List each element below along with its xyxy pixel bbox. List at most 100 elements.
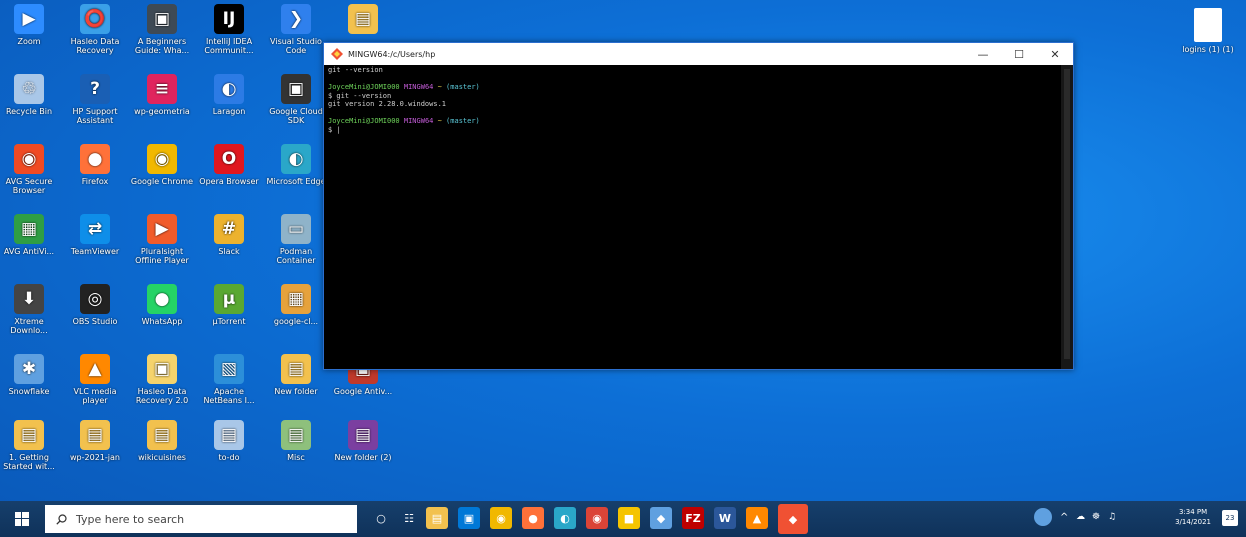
desktop-icon[interactable]: ⬇ Xtreme Downlo... — [0, 282, 62, 350]
app-icon: ▶ — [14, 4, 44, 34]
desktop-icon[interactable]: ● Firefox — [62, 142, 128, 210]
notification-count: 23 — [1225, 514, 1235, 522]
terminal-scrollbar[interactable] — [1061, 65, 1073, 369]
minimize-button[interactable]: — — [965, 43, 1001, 65]
desktop-icon-label: OBS Studio — [72, 317, 118, 326]
taskbar-sticky-icon[interactable]: ■ — [618, 507, 640, 529]
desktop-icon-label: Google Cloud SDK — [269, 107, 323, 125]
app-icon: ▭ — [281, 214, 311, 244]
app-icon: ◉ — [147, 144, 177, 174]
desktop-icon[interactable]: ♲ Recycle Bin — [0, 72, 62, 140]
desktop-icon[interactable]: ▶ Pluralsight Offline Player — [129, 212, 195, 280]
taskbar-search-box[interactable]: Type here to search — [45, 505, 357, 533]
app-icon: ⬇ — [14, 284, 44, 314]
taskbar-filezilla-icon[interactable]: FZ — [682, 507, 704, 529]
desktop-icon[interactable]: ▤ to-do — [196, 418, 262, 486]
desktop-icon[interactable]: ▧ Apache NetBeans I... — [196, 352, 262, 420]
search-placeholder: Type here to search — [76, 512, 185, 526]
app-icon: ▣ — [147, 4, 177, 34]
desktop-icon[interactable]: ⭕ Hasleo Data Recovery — [62, 2, 128, 70]
desktop-icon-label: Zoom — [17, 37, 41, 46]
windows-logo-icon — [15, 512, 29, 526]
desktop-icon-label: Google Antiv... — [333, 387, 393, 396]
desktop-icon[interactable]: ▤ Misc — [263, 418, 329, 486]
desktop-icon[interactable]: ▶ Zoom — [0, 2, 62, 70]
app-icon: ? — [80, 74, 110, 104]
terminal-output[interactable]: git --version JoyceMini@JOMI000 MINGW64 … — [324, 65, 1061, 369]
desktop-icon[interactable]: ◎ OBS Studio — [62, 282, 128, 350]
desktop-icon-label: Google Chrome — [130, 177, 194, 186]
desktop-icon[interactable]: ≡ wp-geometria — [129, 72, 195, 140]
taskbar-chrome-icon[interactable]: ◉ — [490, 507, 512, 529]
desktop-file-logins[interactable]: logins (1) (1) — [1176, 6, 1240, 74]
desktop-icon[interactable]: ▲ VLC media player — [62, 352, 128, 420]
start-button[interactable] — [0, 501, 44, 537]
desktop-icon[interactable]: ⇄ TeamViewer — [62, 212, 128, 280]
desktop-icon-label: Visual Studio Code — [270, 37, 322, 55]
taskbar-cortana-icon[interactable]: ○ — [370, 507, 392, 529]
app-icon: O — [214, 144, 244, 174]
desktop-icon[interactable]: ▣ Hasleo Data Recovery 2.0 — [129, 352, 195, 420]
maximize-button[interactable]: ☐ — [1001, 43, 1037, 65]
taskbar-firefox-icon[interactable]: ● — [522, 507, 544, 529]
desktop-icon[interactable]: ● WhatsApp — [129, 282, 195, 350]
desktop-icon[interactable]: ▤ New folder — [263, 352, 329, 420]
clock[interactable]: 3:34 PM 3/14/2021 — [1175, 507, 1211, 527]
desktop-icon[interactable]: ▣ A Beginners Guide: Wha... — [129, 2, 195, 70]
taskbar-git-bash-icon[interactable]: ◆ — [778, 504, 808, 534]
desktop-icon[interactable]: ◉ AVG Secure Browser — [0, 142, 62, 210]
desktop-icon-label: WhatsApp — [141, 317, 183, 326]
desktop-icon-label: New folder — [274, 387, 318, 396]
taskbar-edge-icon[interactable]: ◐ — [554, 507, 576, 529]
desktop-icon[interactable]: ✱ Snowflake — [0, 352, 62, 420]
desktop-icon[interactable]: ▤ New folder (2) — [330, 418, 396, 486]
chevron-up-icon[interactable]: ^ — [1060, 512, 1068, 523]
system-tray: ^ ☁ ☸ ♫ 3:34 PM 3/14/2021 23 — [1026, 501, 1246, 537]
taskbar-store-icon[interactable]: ▣ — [458, 507, 480, 529]
desktop-icon[interactable]: ▣ Google Cloud SDK — [263, 72, 329, 140]
taskbar-word-icon[interactable]: W — [714, 507, 736, 529]
app-icon: ▤ — [14, 420, 44, 450]
desktop-icon[interactable]: ◐ Microsoft Edge — [263, 142, 329, 210]
app-icon: ▧ — [214, 354, 244, 384]
terminal-line: $ git --version — [328, 91, 392, 100]
network-icon[interactable]: ☁ — [1076, 512, 1085, 522]
desktop-icon-label: to-do — [218, 453, 240, 462]
desktop-icon[interactable]: ▭ Podman Container — [263, 212, 329, 280]
taskbar-chrome-2-icon[interactable]: ◉ — [586, 507, 608, 529]
notification-center-icon[interactable]: 23 — [1222, 510, 1238, 526]
taskbar-app-blue-icon[interactable]: ◆ — [650, 507, 672, 529]
taskbar-file-explorer-icon[interactable]: ▤ — [426, 507, 448, 529]
weather-icon[interactable] — [1034, 508, 1052, 526]
taskbar-task-view-icon[interactable]: ☷ — [398, 507, 420, 529]
language-icon[interactable]: ☸ — [1092, 512, 1100, 522]
desktop-icon-label: Recycle Bin — [5, 107, 53, 116]
scrollbar-thumb[interactable] — [1064, 69, 1070, 359]
desktop-icon[interactable]: ▤ wp-2021-jan — [62, 418, 128, 486]
desktop-icon[interactable]: ▤ wikicuisines — [129, 418, 195, 486]
app-icon: ▣ — [281, 74, 311, 104]
desktop-icon[interactable]: ▤ 1. Getting Started wit... — [0, 418, 62, 486]
app-icon: ▤ — [281, 354, 311, 384]
desktop-icon[interactable]: # Slack — [196, 212, 262, 280]
desktop-icon[interactable]: µ µTorrent — [196, 282, 262, 350]
app-icon: ▤ — [281, 420, 311, 450]
desktop-icon[interactable]: ◐ Laragon — [196, 72, 262, 140]
terminal-titlebar[interactable]: MINGW64:/c/Users/hp — ☐ ✕ — [324, 43, 1073, 65]
desktop-icon[interactable]: ❯ Visual Studio Code — [263, 2, 329, 70]
taskbar-vlc-icon[interactable]: ▲ — [746, 507, 768, 529]
desktop-icon[interactable]: ▦ google-cl... — [263, 282, 329, 350]
clock-date: 3/14/2021 — [1175, 518, 1211, 526]
terminal-line: git --version — [328, 66, 383, 74]
desktop-icon[interactable]: IJ IntelliJ IDEA Communit... — [196, 2, 262, 70]
close-button[interactable]: ✕ — [1037, 43, 1073, 65]
desktop-icon-label: Podman Container — [276, 247, 316, 265]
mingw64-terminal-window[interactable]: MINGW64:/c/Users/hp — ☐ ✕ git --version … — [323, 42, 1074, 370]
prompt-path: ~ — [437, 117, 442, 125]
desktop-icon[interactable]: ? HP Support Assistant — [62, 72, 128, 140]
desktop-icon[interactable]: ▦ AVG AntiVi... — [0, 212, 62, 280]
desktop-icon[interactable]: ◉ Google Chrome — [129, 142, 195, 210]
desktop-icon-label: Laragon — [212, 107, 246, 116]
volume-icon[interactable]: ♫ — [1108, 512, 1116, 522]
desktop-icon[interactable]: O Opera Browser — [196, 142, 262, 210]
